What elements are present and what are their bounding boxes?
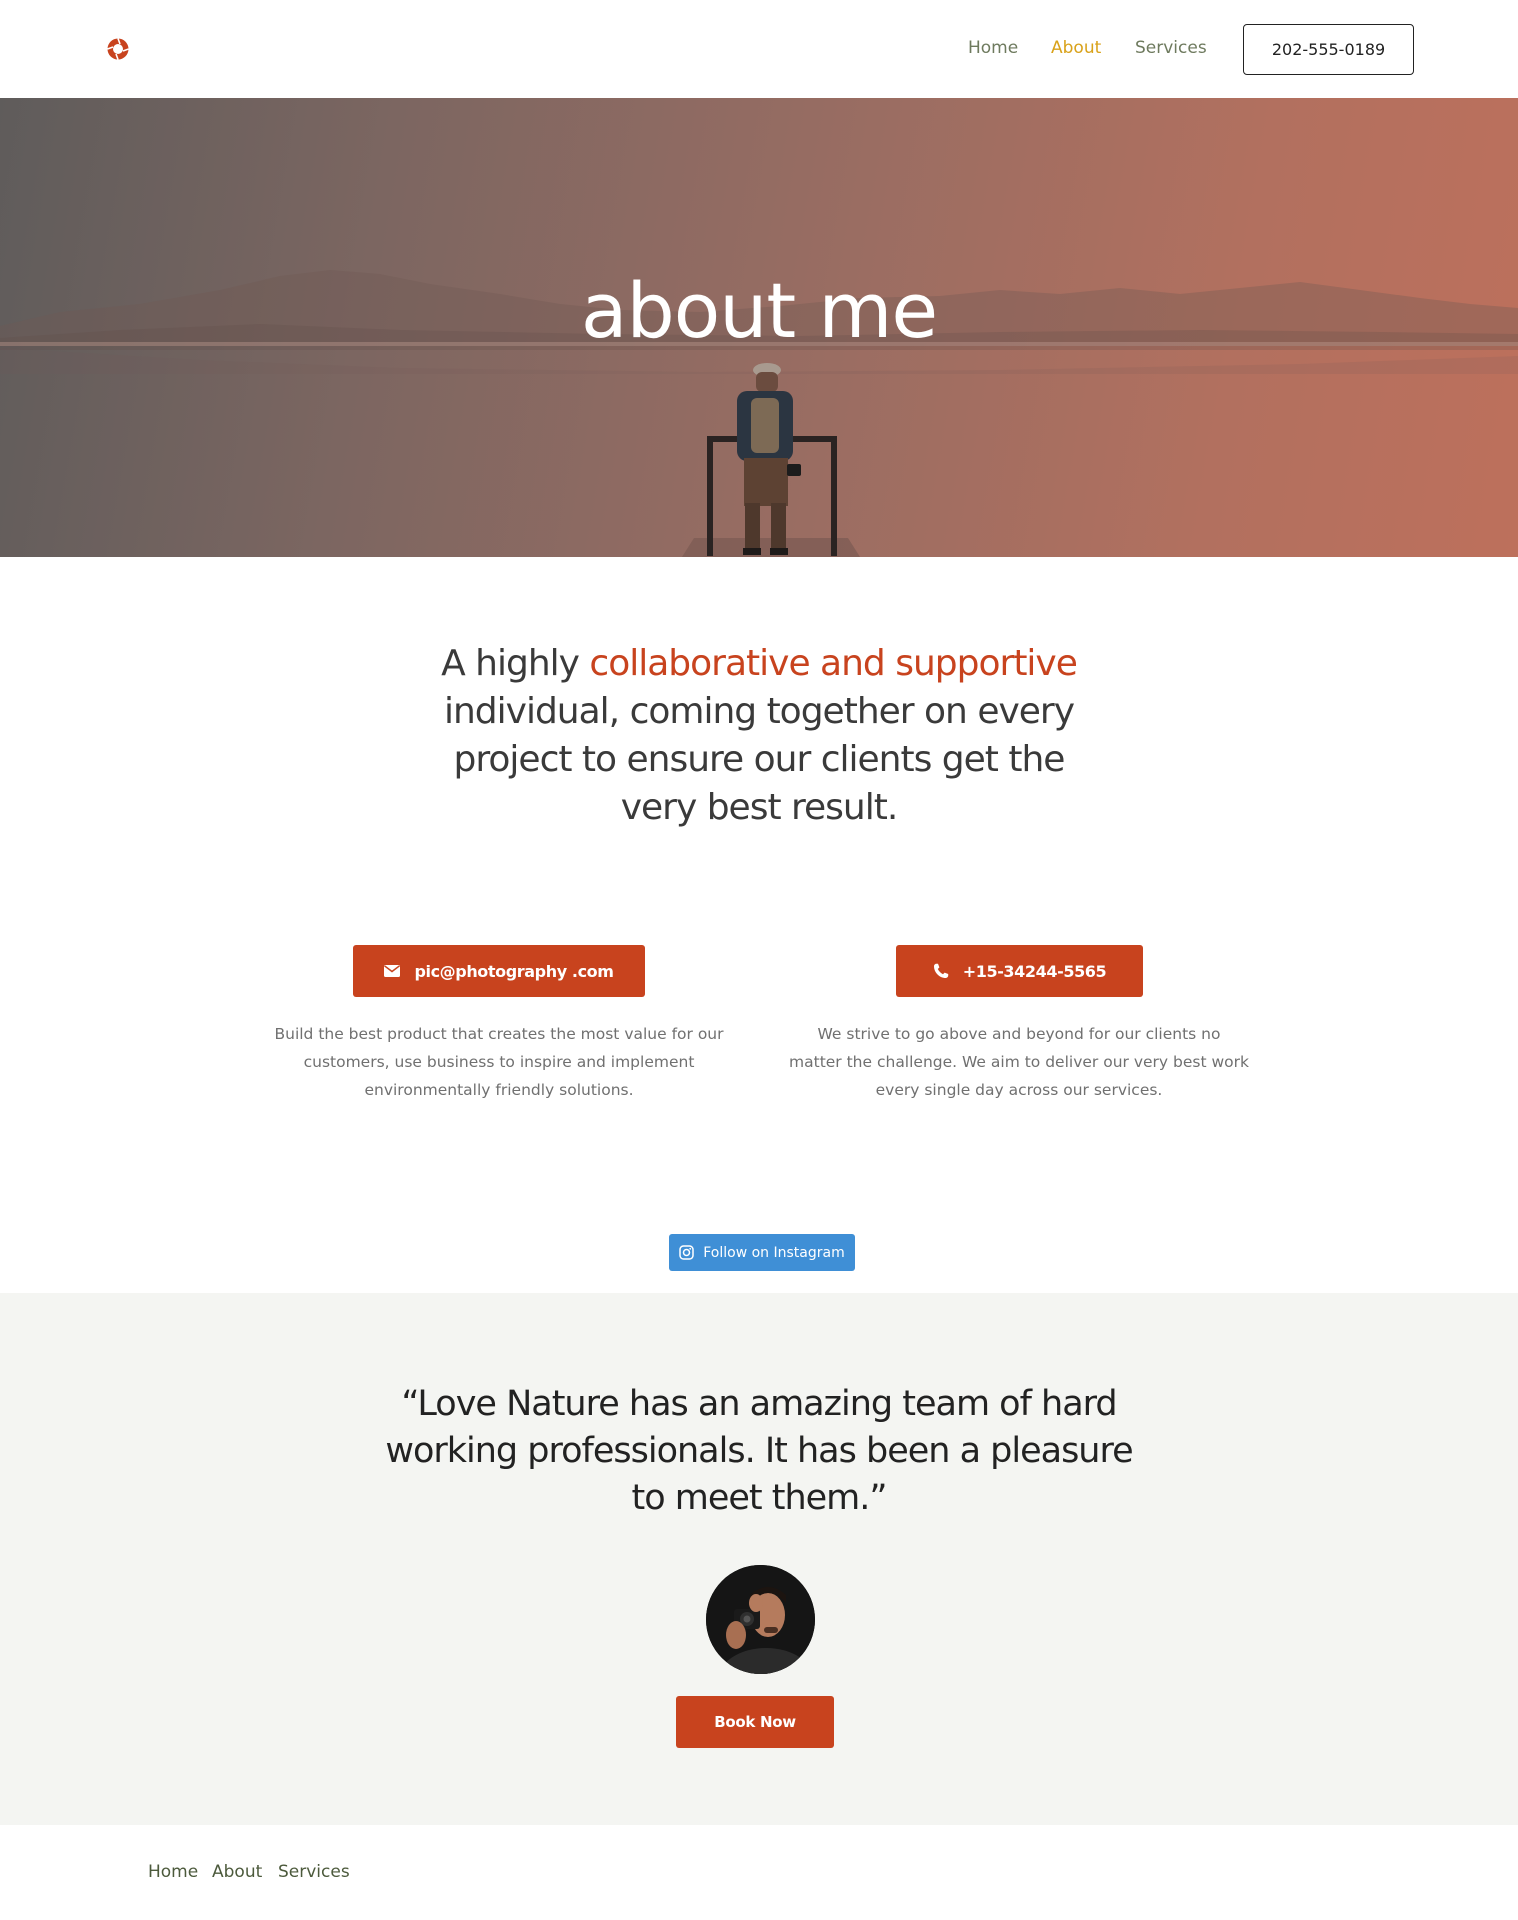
- phone-number-label: +15-34244-5565: [962, 961, 1107, 981]
- instagram-label: Follow on Instagram: [703, 1244, 845, 1261]
- envelope-icon: [384, 965, 401, 977]
- avatar: [706, 1565, 815, 1674]
- testimonial-quote: “Love Nature has an amazing team of hard…: [385, 1384, 1133, 1518]
- email-button[interactable]: pic@photography .com: [353, 945, 645, 997]
- phone-description: We strive to go above and beyond for our…: [789, 1025, 1249, 1099]
- intro-line-2: individual, coming together on every: [443, 691, 1075, 732]
- intro-highlight: collaborative and supportive: [589, 643, 1077, 684]
- intro-statement: A highly collaborative and supportive in…: [409, 640, 1109, 832]
- footer-nav-home[interactable]: Home: [148, 1862, 198, 1882]
- email-label: pic@photography .com: [414, 961, 614, 981]
- phone-icon: [933, 963, 948, 978]
- intro-line-4: very best result.: [620, 787, 899, 828]
- nav-about[interactable]: About: [1051, 38, 1101, 58]
- intro-prefix: A highly: [441, 643, 590, 684]
- nav-home[interactable]: Home: [968, 38, 1018, 58]
- email-description: Build the best product that creates the …: [274, 1025, 724, 1099]
- testimonial-section: “Love Nature has an amazing team of hard…: [0, 1293, 1518, 1825]
- phone-button[interactable]: 202-555-0189: [1243, 24, 1414, 75]
- footer-nav-services[interactable]: Services: [278, 1862, 350, 1882]
- phone-number-button[interactable]: +15-34244-5565: [896, 945, 1143, 997]
- hero-title: about me: [580, 266, 938, 355]
- instagram-icon: [679, 1245, 694, 1260]
- hero-banner: about me: [0, 98, 1518, 557]
- aperture-icon[interactable]: [106, 37, 130, 61]
- footer-nav-about[interactable]: About: [212, 1862, 262, 1882]
- book-now-button[interactable]: Book Now: [676, 1696, 834, 1748]
- follow-instagram-button[interactable]: Follow on Instagram: [669, 1234, 855, 1271]
- intro-line-3: project to ensure our clients get the: [453, 739, 1066, 780]
- site-header: Home About Services 202-555-0189: [0, 0, 1518, 98]
- nav-services[interactable]: Services: [1135, 38, 1207, 58]
- photographer-portrait: [706, 1565, 815, 1674]
